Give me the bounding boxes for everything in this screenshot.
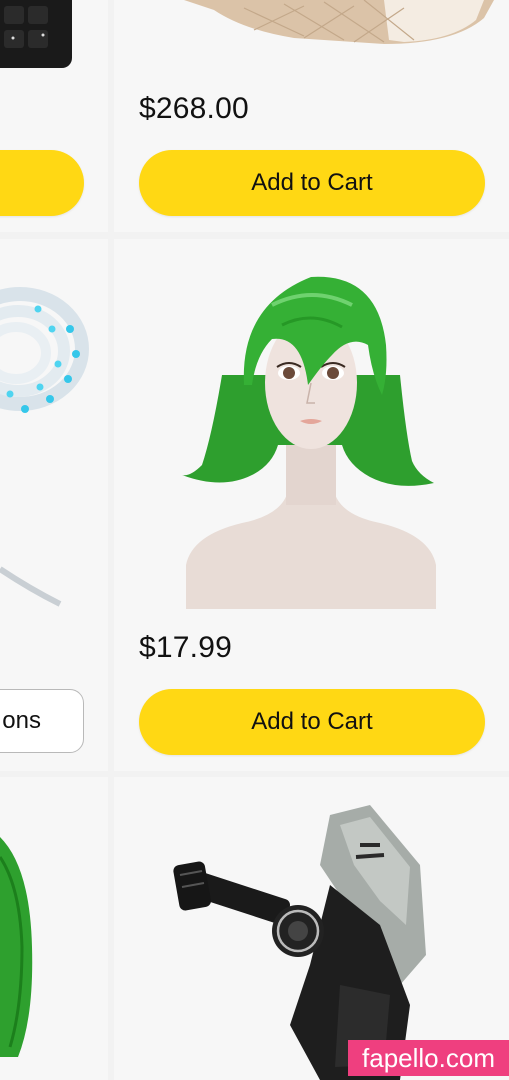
product-card-keyboard[interactable] (0, 0, 108, 232)
add-to-cart-button[interactable]: Add to Cart (139, 689, 485, 755)
keyboard-product-image[interactable] (0, 0, 72, 72)
green-wig-partial-image[interactable] (0, 837, 40, 1057)
camera-mount-product-image[interactable] (170, 805, 470, 1080)
product-card-green-wig[interactable]: $17.99 Add to Cart (114, 239, 509, 771)
product-card-camera-mount[interactable] (114, 777, 509, 1080)
product-price: $17.99 (139, 631, 232, 664)
product-card-green-wig-partial[interactable] (0, 777, 108, 1080)
see-options-label: ons (2, 707, 41, 734)
add-to-cart-button[interactable]: Add to Cart (139, 150, 485, 216)
see-options-button[interactable]: ons (0, 689, 84, 753)
product-card-cushion[interactable]: $268.00 Add to Cart (114, 0, 509, 232)
product-grid-page: $268.00 Add to Cart ons $17.99 Add to Ca… (0, 0, 509, 1080)
led-strip-product-image[interactable] (0, 269, 100, 609)
quilted-cushion-product-image[interactable] (184, 0, 494, 50)
green-wig-on-mannequin-image[interactable] (182, 265, 440, 609)
product-price: $268.00 (139, 92, 249, 125)
add-to-cart-button-keyboard[interactable] (0, 150, 84, 216)
product-card-led-strip[interactable]: ons (0, 239, 108, 771)
watermark: fapello.com (348, 1040, 509, 1076)
